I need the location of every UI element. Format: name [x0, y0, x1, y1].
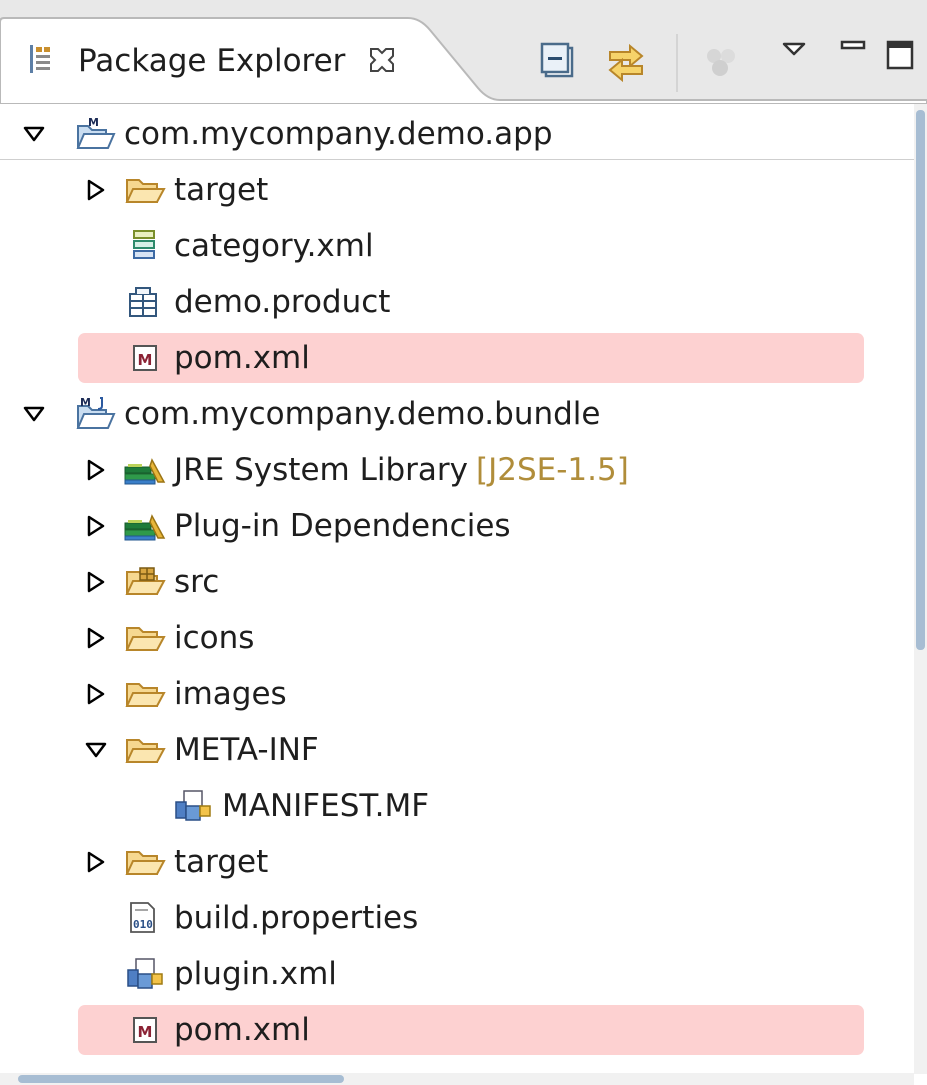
tree-item-label: icons [174, 620, 255, 656]
svg-text:M: M [88, 116, 99, 129]
tree-row-icons[interactable]: icons [0, 610, 914, 666]
folder-icon [125, 739, 166, 763]
collapsed-twistie-icon[interactable] [84, 626, 108, 650]
view-menu-icon[interactable] [772, 36, 824, 88]
maven-pom-icon: M [133, 1017, 157, 1043]
properties-file-icon: 010 [130, 902, 155, 933]
tree-item-label: target [174, 172, 269, 208]
tree-item-label: plugin.xml [174, 956, 337, 992]
maven-pom-icon: M [133, 345, 157, 371]
collapse-all-icon[interactable] [534, 36, 586, 88]
project-tree: M com.mycompany.demo.app target category… [0, 104, 914, 1069]
svg-text:M: M [138, 351, 153, 369]
tree-row-images[interactable]: images [0, 666, 914, 722]
tree-row-meta-inf[interactable]: META-INF [0, 722, 914, 778]
tree-row-bundle-pom[interactable]: M pom.xml [0, 1002, 914, 1058]
tree-row-manifest[interactable]: MANIFEST.MF [0, 778, 914, 834]
library-icon [124, 514, 166, 541]
jre-version-decoration: [J2SE-1.5] [475, 452, 629, 488]
tree-row-build-properties[interactable]: 010 build.properties [0, 890, 914, 946]
maven-plugin-project-icon: M [76, 396, 116, 429]
view-header: Package Explorer [0, 0, 927, 104]
svg-text:010: 010 [133, 918, 153, 931]
close-tab-icon[interactable] [368, 46, 396, 74]
expanded-twistie-icon[interactable] [22, 122, 46, 146]
tree-row-app-target[interactable]: target [0, 162, 914, 218]
tree-row-category-xml[interactable]: category.xml [0, 218, 914, 274]
horizontal-scrollbar-thumb[interactable] [18, 1075, 344, 1083]
tree-row-jre-library[interactable]: JRE System Library [J2SE-1.5] [0, 442, 914, 498]
tree-item-label: pom.xml [174, 1012, 310, 1048]
plugin-xml-icon [127, 958, 163, 989]
tab-title[interactable]: Package Explorer [78, 36, 345, 86]
toolbar-separator [676, 34, 678, 92]
tree-item-label: demo.product [174, 284, 391, 320]
tree-item-label: src [174, 564, 220, 600]
tree-item-label: target [174, 844, 269, 880]
tree-item-label: MANIFEST.MF [222, 788, 430, 824]
library-icon [124, 458, 166, 485]
manifest-icon [175, 790, 211, 821]
folder-icon [125, 683, 166, 707]
tree-item-label: pom.xml [174, 340, 310, 376]
maximize-icon[interactable] [878, 36, 927, 88]
collapsed-twistie-icon[interactable] [84, 458, 108, 482]
category-xml-icon [133, 230, 155, 259]
folder-icon [125, 627, 166, 651]
tree-row-bundle-target[interactable]: target [0, 834, 914, 890]
maven-project-icon: M [76, 116, 116, 149]
source-folder-icon [125, 567, 166, 595]
package-explorer-icon [30, 45, 50, 73]
collapsed-twistie-icon[interactable] [84, 850, 108, 874]
folder-icon [125, 179, 166, 203]
package-explorer-view: Package Explorer M com.mycompany.demo.ap… [0, 0, 927, 1085]
tree-row-app-pom[interactable]: M pom.xml [0, 330, 914, 386]
scm-disabled-icon [707, 49, 735, 76]
tree-row-plugin-xml[interactable]: plugin.xml [0, 946, 914, 1002]
tree-row-demo-product[interactable]: demo.product [0, 274, 914, 330]
collapsed-twistie-icon[interactable] [84, 514, 108, 538]
tree-row-demo-app[interactable]: M com.mycompany.demo.app [0, 106, 914, 162]
tree-item-label: com.mycompany.demo.app [124, 116, 553, 152]
tree-item-label: category.xml [174, 228, 374, 264]
tree-item-label: build.properties [174, 900, 419, 936]
tree-item-label: images [174, 676, 287, 712]
svg-text:M: M [138, 1023, 153, 1041]
link-with-editor-icon[interactable] [600, 36, 652, 88]
jre-library-name: JRE System Library [174, 452, 468, 488]
minimize-icon[interactable] [830, 36, 882, 88]
product-file-icon [129, 287, 157, 317]
tree-row-demo-bundle[interactable]: M com.mycompany.demo.bundle [0, 386, 914, 442]
vertical-scrollbar-thumb[interactable] [916, 110, 925, 650]
tree-item-label: META-INF [174, 732, 319, 768]
tree-item-label: JRE System Library [J2SE-1.5] [174, 442, 629, 498]
expanded-twistie-icon[interactable] [22, 402, 46, 426]
expanded-twistie-icon[interactable] [84, 738, 108, 762]
tree-row-plugin-dependencies[interactable]: Plug-in Dependencies [0, 498, 914, 554]
collapsed-twistie-icon[interactable] [84, 570, 108, 594]
tree-item-label: com.mycompany.demo.bundle [124, 396, 601, 432]
folder-icon [125, 851, 166, 875]
svg-text:M: M [80, 396, 91, 409]
collapsed-twistie-icon[interactable] [84, 178, 108, 202]
collapsed-twistie-icon[interactable] [84, 682, 108, 706]
tree-row-src[interactable]: src [0, 554, 914, 610]
tree-item-label: Plug-in Dependencies [174, 508, 511, 544]
